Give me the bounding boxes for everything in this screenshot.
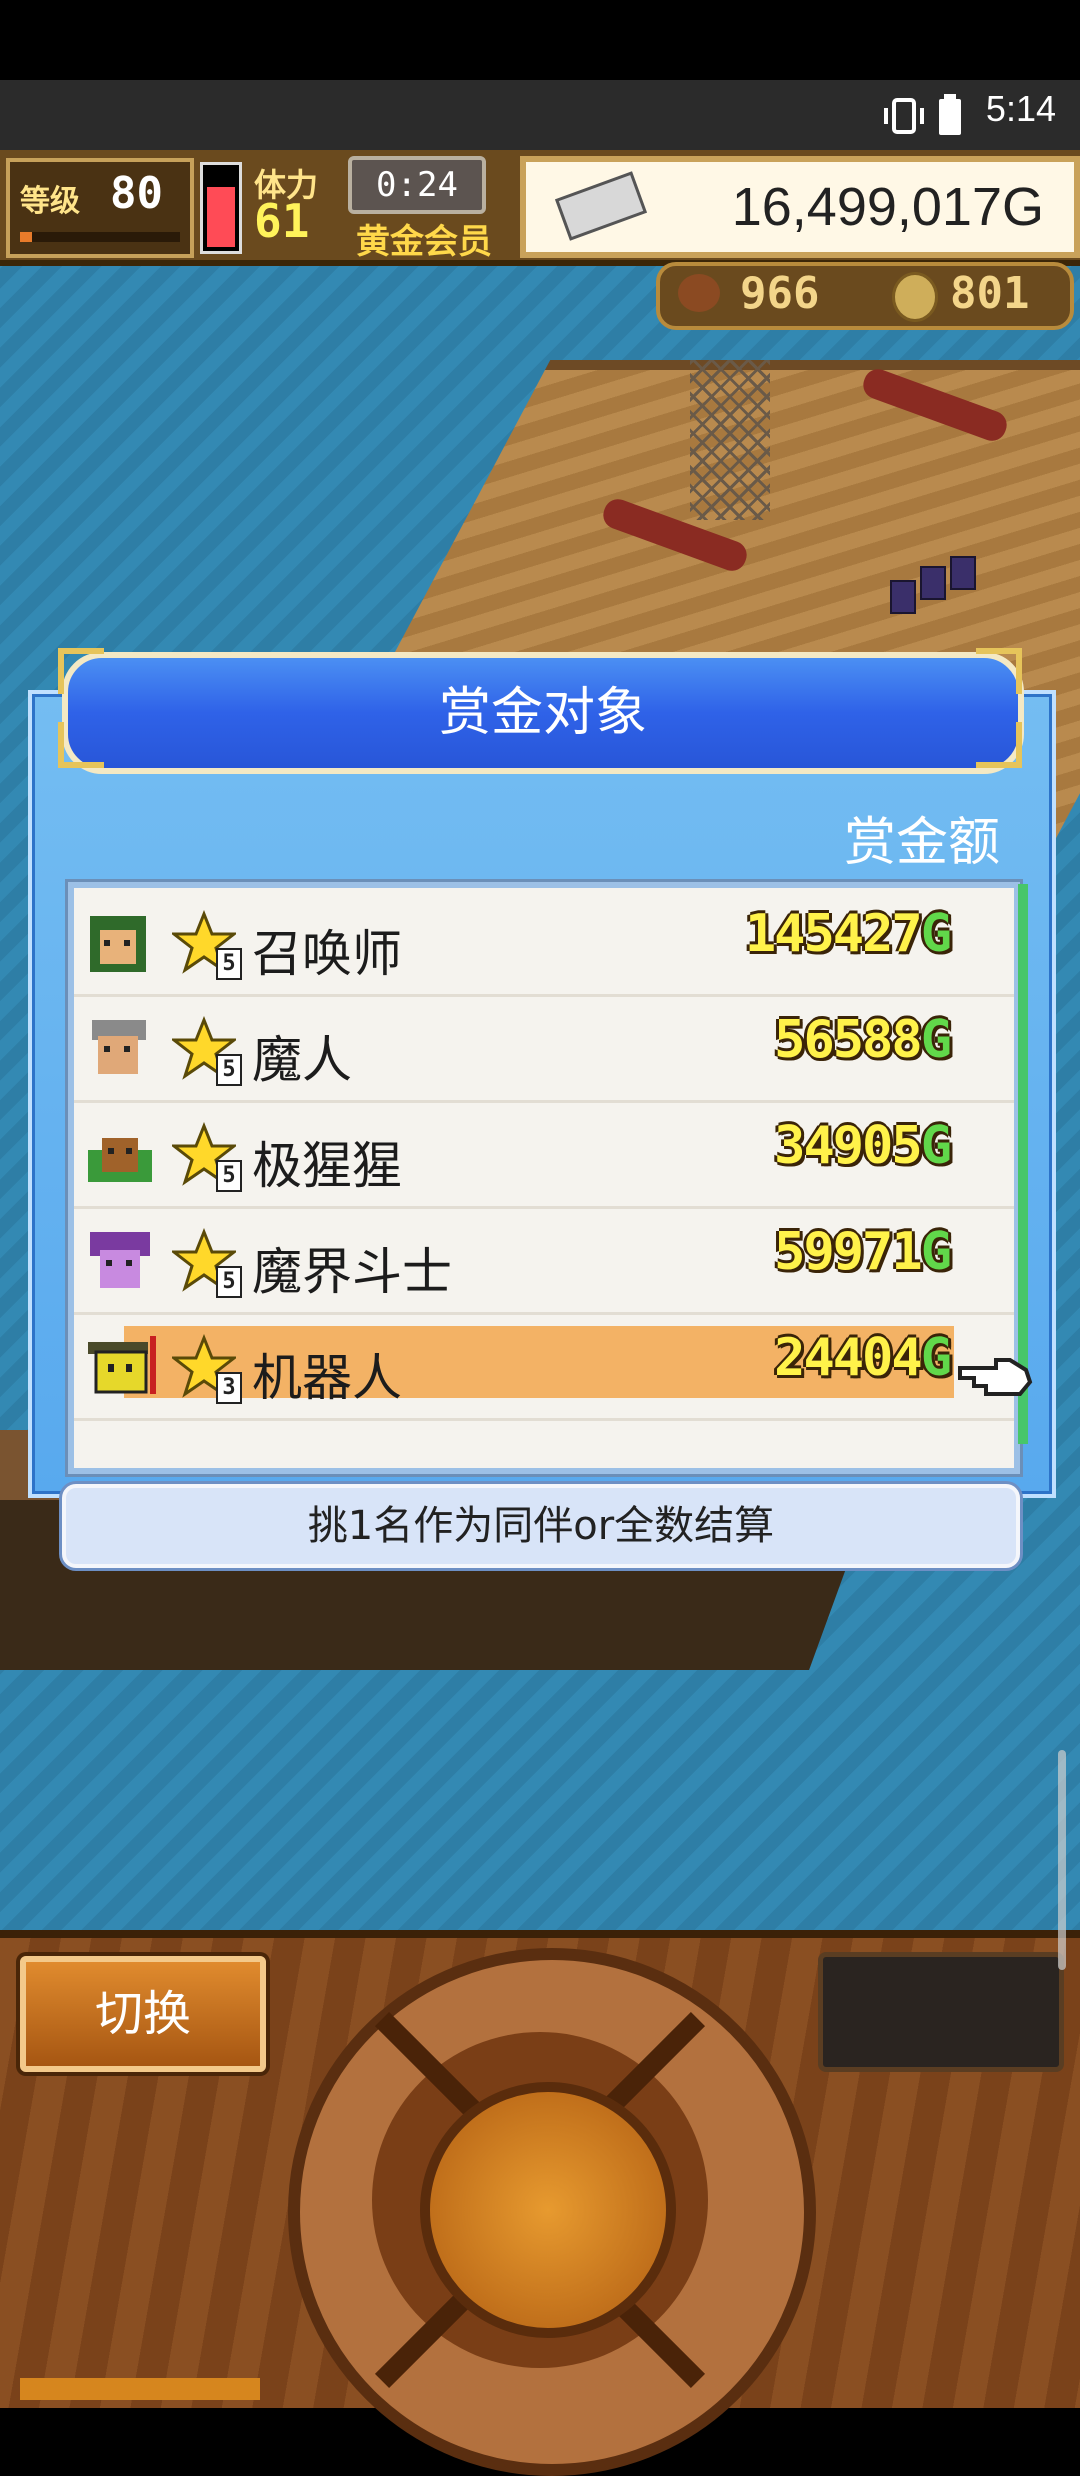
pointing-hand-icon [958, 1358, 1033, 1396]
list-item[interactable]: 5 极猩猩 34905G [74, 1100, 1014, 1209]
bounty-list[interactable]: 5 召唤师 145427G 5 魔人 56588G 5 极猩猩 34905G 5… [68, 882, 1020, 1474]
money-panel: 16,499,017G [520, 156, 1080, 258]
rank-badge: 5 [216, 948, 242, 980]
resource-panel: 966 801 [656, 262, 1074, 330]
reward-column-header: 赏金额 [843, 813, 1000, 873]
food-count: 966 [740, 268, 820, 319]
list-item[interactable]: 5 魔界斗士 59971G [74, 1206, 1014, 1315]
bounty-reward: 59971G [774, 1222, 952, 1282]
bounty-reward: 34905G [774, 1116, 952, 1176]
page-scroll-indicator [1058, 1750, 1066, 1970]
corner-ornament [976, 648, 1022, 694]
menu-tab[interactable] [20, 2378, 260, 2400]
exp-bar [20, 232, 180, 242]
list-item-selected[interactable]: 3 机器人 24404G [74, 1312, 1014, 1421]
corner-ornament [58, 722, 104, 768]
level-panel: 等级 80 [6, 158, 194, 258]
corner-ornament [976, 722, 1022, 768]
bounty-reward: 56588G [774, 1010, 952, 1070]
enemy-sprite [920, 566, 946, 600]
robot-avatar-icon [88, 1336, 156, 1394]
summoner-avatar-icon [90, 916, 146, 972]
bounty-reward: 24404G [774, 1328, 952, 1388]
enemy-sprite [890, 580, 916, 614]
bounty-name: 召唤师 [252, 925, 402, 983]
stamina-timer: 0:24 [348, 156, 486, 214]
status-time: 5:14 [985, 88, 1056, 129]
demon-warrior-avatar-icon [90, 1232, 150, 1288]
level-value: 80 [110, 168, 163, 219]
bounty-reward: 145427G [744, 904, 952, 964]
dialog-title: 赏金对象 [62, 652, 1024, 774]
empty-slot-button[interactable] [818, 1952, 1064, 2072]
silver-ingot-icon [554, 171, 648, 241]
instruction-hint: 挑1名作为同伴or全数结算 [62, 1484, 1020, 1568]
rank-badge: 5 [216, 1160, 242, 1192]
rank-badge: 5 [216, 1054, 242, 1086]
vibrate-icon [884, 98, 924, 134]
list-item[interactable]: 5 魔人 56588G [74, 994, 1014, 1103]
action-button[interactable] [420, 2082, 676, 2338]
status-bar-top [0, 0, 1080, 80]
bounty-name: 魔界斗士 [252, 1243, 452, 1301]
stamina-value: 61 [254, 194, 310, 248]
ape-avatar-icon [88, 1138, 152, 1182]
level-label: 等级 [20, 184, 80, 219]
rank-badge: 3 [216, 1372, 242, 1404]
corner-ornament [58, 648, 104, 694]
demon-avatar-icon [92, 1020, 146, 1074]
enemy-sprite [950, 556, 976, 590]
bounty-name: 极猩猩 [252, 1137, 402, 1195]
stamina-gauge [200, 162, 242, 254]
coin-icon [892, 272, 938, 322]
rank-badge: 5 [216, 1266, 242, 1298]
battery-icon [939, 94, 961, 135]
membership-badge[interactable]: 黄金会员 [356, 214, 492, 263]
food-icon [678, 274, 720, 312]
list-item[interactable]: 5 召唤师 145427G [74, 888, 1014, 997]
bounty-name: 机器人 [252, 1349, 402, 1407]
rigging-net [690, 360, 770, 520]
switch-button[interactable]: 切换 [20, 1956, 266, 2072]
coin-count: 801 [950, 268, 1030, 319]
money-amount: 16,499,017G [731, 177, 1044, 237]
bounty-name: 魔人 [252, 1031, 352, 1089]
